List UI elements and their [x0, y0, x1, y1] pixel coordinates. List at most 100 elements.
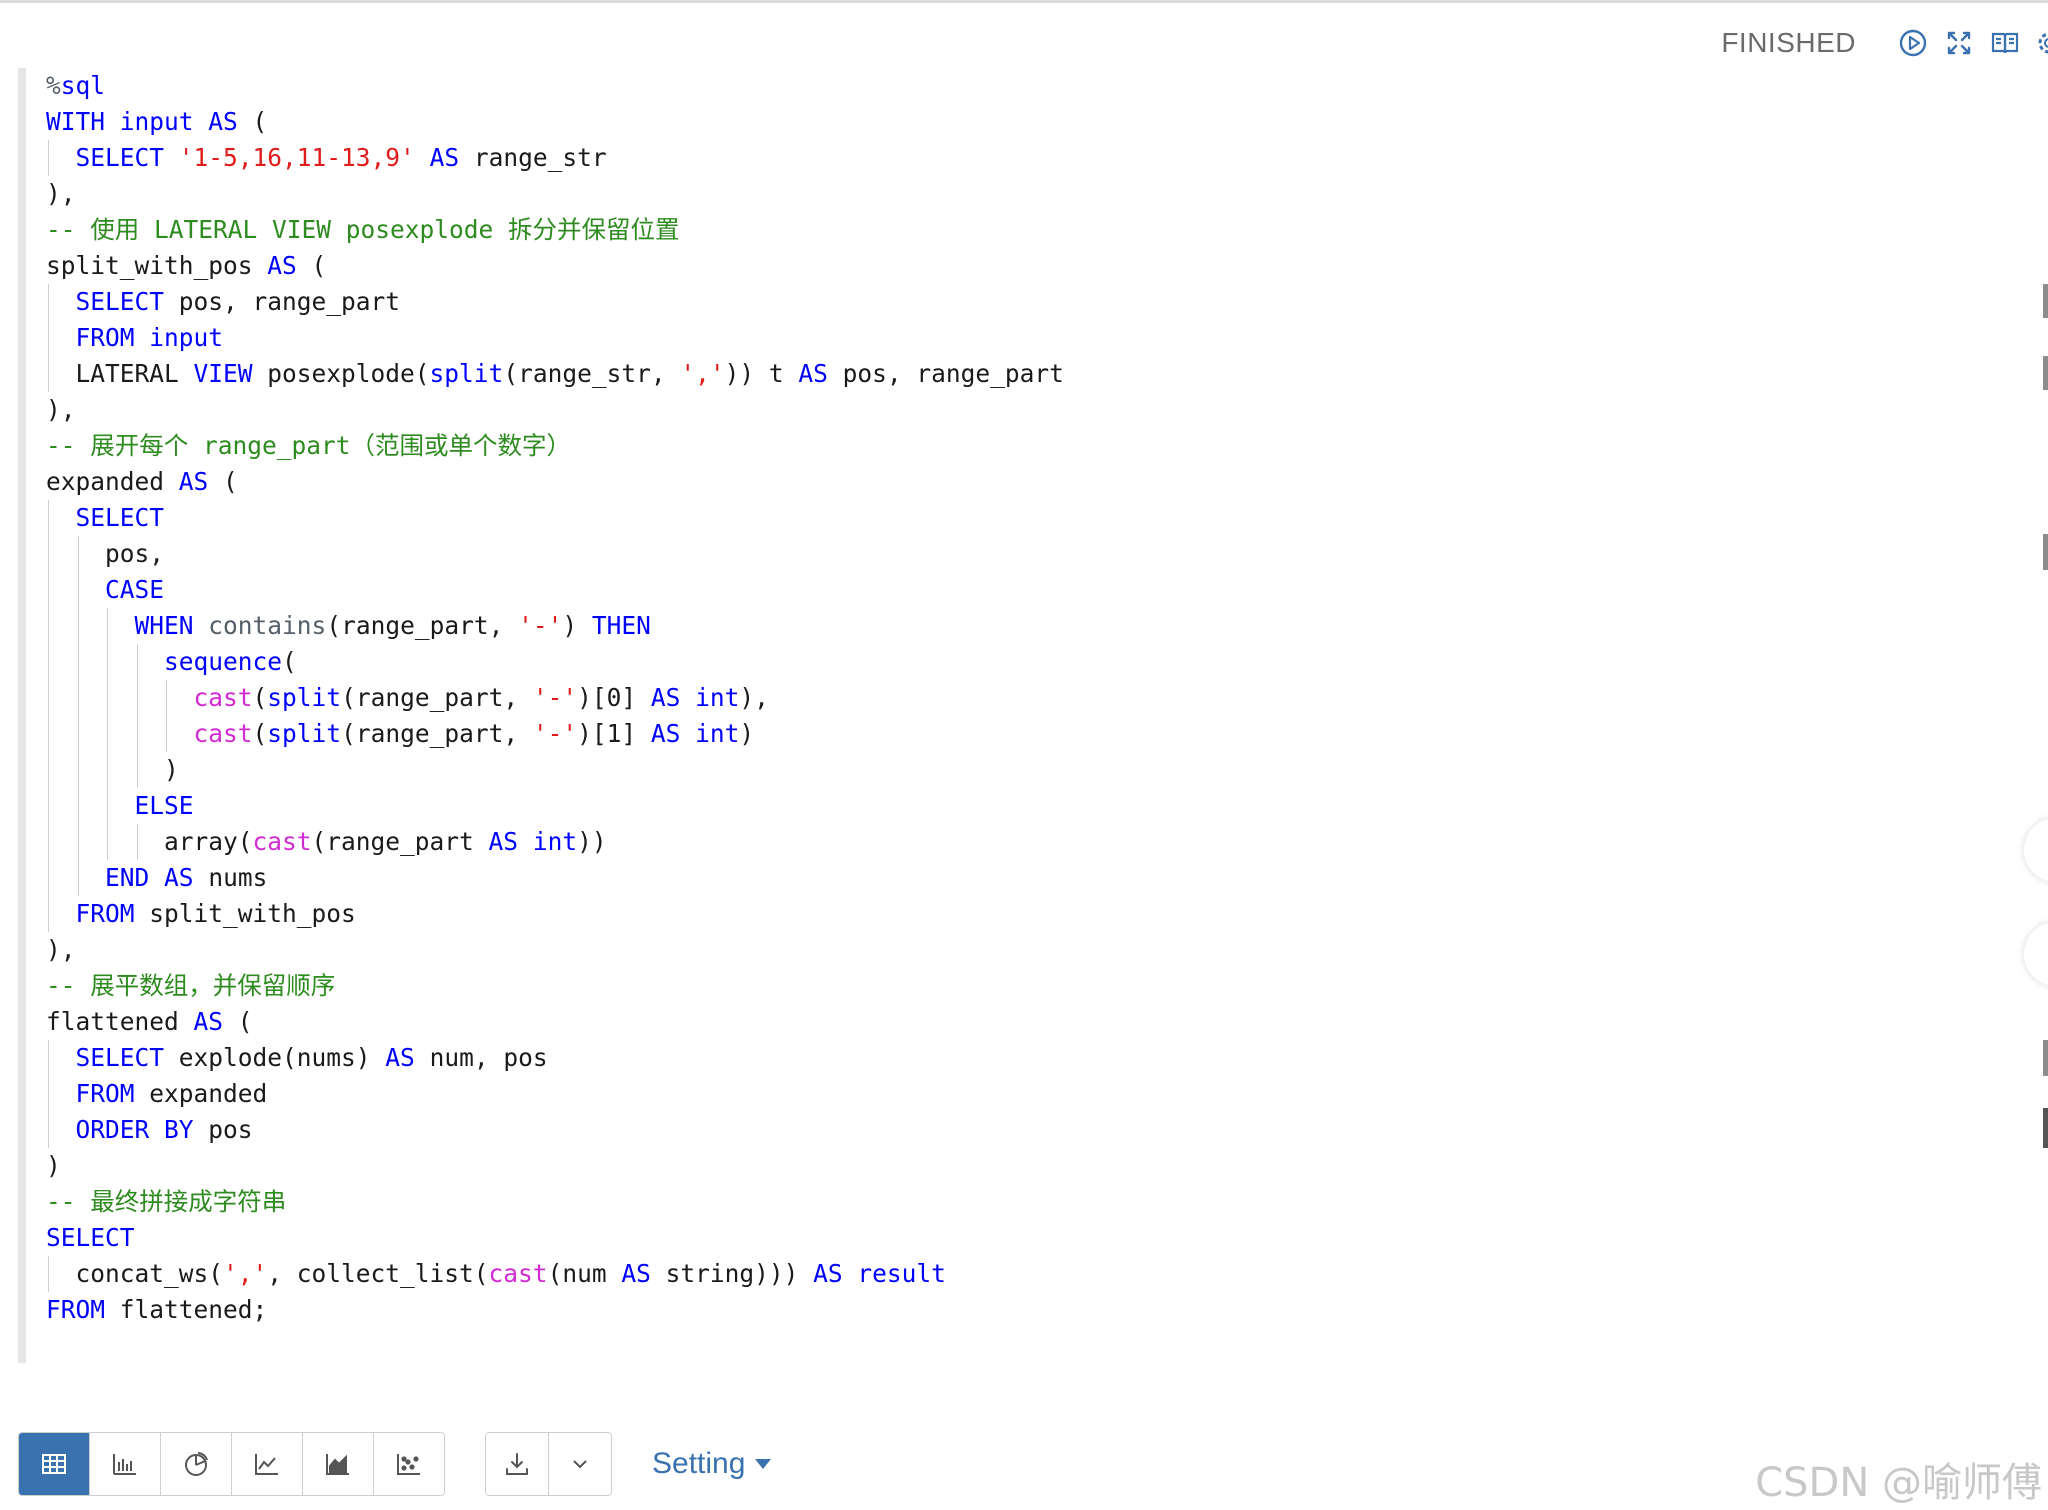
area-chart-button[interactable]: [303, 1433, 374, 1495]
code-token: SELECT: [46, 1223, 135, 1252]
code-token: -- 展平数组，并保留顺序: [46, 971, 336, 1000]
indent-guide: [48, 860, 49, 896]
download-button[interactable]: [486, 1433, 549, 1495]
code-token: SELECT: [75, 1043, 165, 1072]
watermark: CSDN @喻师傅: [1755, 1460, 2042, 1506]
download-icon: [506, 1453, 528, 1475]
code-line: FROM flattened;: [46, 1292, 1064, 1328]
code-token: (: [252, 719, 268, 748]
code-token: cast: [193, 683, 253, 712]
code-token: ): [46, 755, 179, 784]
expand-icon[interactable]: [1942, 26, 1976, 60]
code-token: '-': [532, 719, 578, 748]
code-token: sql: [60, 71, 106, 100]
code-token: pos, range_part: [827, 359, 1064, 388]
scrollbar[interactable]: [2024, 0, 2048, 1510]
code-line: WITH input AS (: [46, 104, 1064, 140]
code-token: LATERAL: [46, 359, 194, 388]
line-chart-button[interactable]: [232, 1433, 303, 1495]
bar-chart-button[interactable]: [90, 1433, 161, 1495]
code-line: ),: [46, 176, 1064, 212]
pie-chart-button[interactable]: [161, 1433, 232, 1495]
code-token: (num: [547, 1259, 622, 1288]
code-token: )[0]: [577, 683, 651, 712]
code-line: SELECT: [46, 1220, 1064, 1256]
pie-chart-icon: [185, 1452, 208, 1476]
code-editor[interactable]: %sql WITH input AS ( SELECT '1-5,16,11-13…: [18, 68, 2028, 1363]
setting-dropdown[interactable]: Setting: [652, 1447, 772, 1481]
code-token: VIEW: [193, 359, 253, 388]
code-token: (range_part: [311, 827, 489, 856]
indent-guide: [166, 680, 167, 716]
code-token: AS: [650, 683, 681, 712]
code-token: )) t: [724, 359, 799, 388]
code-line: ORDER BY pos: [46, 1112, 1064, 1148]
code-token: pos: [193, 1115, 253, 1144]
code-line: FROM split_with_pos: [46, 896, 1064, 932]
code-token: contains: [208, 611, 327, 640]
code-line: -- 展平数组，并保留顺序: [46, 968, 1064, 1004]
code-token: WITH input AS: [46, 107, 238, 136]
indent-guide: [48, 1112, 49, 1148]
indent-guide: [136, 680, 138, 716]
code-token: explode(nums): [164, 1043, 386, 1072]
code-token: int: [695, 719, 740, 748]
code-token: split: [267, 683, 342, 712]
indent-guide: [77, 644, 79, 680]
code-token: (: [296, 251, 327, 280]
bar-chart-icon: [113, 1454, 136, 1475]
indent-guide: [48, 500, 49, 536]
indent-guide: [77, 536, 79, 572]
code-token: , collect_list(: [267, 1259, 489, 1288]
code-token: int: [695, 683, 740, 712]
code-token: concat_ws(: [46, 1259, 224, 1288]
code-token: split: [267, 719, 342, 748]
scatter-chart-icon: [397, 1454, 420, 1475]
code-line: %sql: [46, 68, 1064, 104]
code-token: ): [46, 1151, 61, 1180]
code-token: cast: [488, 1259, 548, 1288]
indent-guide: [48, 140, 49, 176]
code-token: AS: [429, 143, 460, 172]
indent-guide: [48, 752, 49, 788]
table-view-button[interactable]: [19, 1433, 90, 1495]
download-options-dropdown[interactable]: [549, 1433, 611, 1495]
code-token: AS: [621, 1259, 651, 1288]
code-token: AS: [193, 1007, 224, 1036]
code-line: SELECT '1-5,16,11-13,9' AS range_str: [46, 140, 1064, 176]
book-icon[interactable]: [1988, 26, 2022, 60]
scatter-chart-button[interactable]: [374, 1433, 444, 1495]
code-token: string))): [650, 1259, 814, 1288]
code-token: (: [282, 647, 297, 676]
indent-guide: [77, 716, 79, 752]
indent-guide: [48, 320, 49, 356]
line-chart-icon: [255, 1454, 278, 1475]
code-line: flattened AS (: [46, 1004, 1064, 1040]
indent-guide: [48, 536, 49, 572]
run-icon[interactable]: [1896, 26, 1930, 60]
indent-guide: [48, 716, 49, 752]
indent-guide: [107, 644, 108, 680]
sql-code[interactable]: %sql WITH input AS ( SELECT '1-5,16,11-13…: [46, 68, 1064, 1328]
code-token: FROM: [75, 899, 135, 928]
code-token: split: [429, 359, 504, 388]
indent-guide: [48, 1256, 49, 1292]
code-token: (range_str,: [503, 359, 681, 388]
code-token: )): [577, 827, 607, 856]
indent-guide: [107, 608, 108, 644]
indent-guide: [77, 824, 79, 860]
indent-guide: [107, 680, 108, 716]
code-line: ELSE: [46, 788, 1064, 824]
code-token: )[1]: [577, 719, 651, 748]
indent-guide: [77, 608, 79, 644]
code-token: ),: [739, 683, 769, 712]
indent-guide: [77, 680, 79, 716]
